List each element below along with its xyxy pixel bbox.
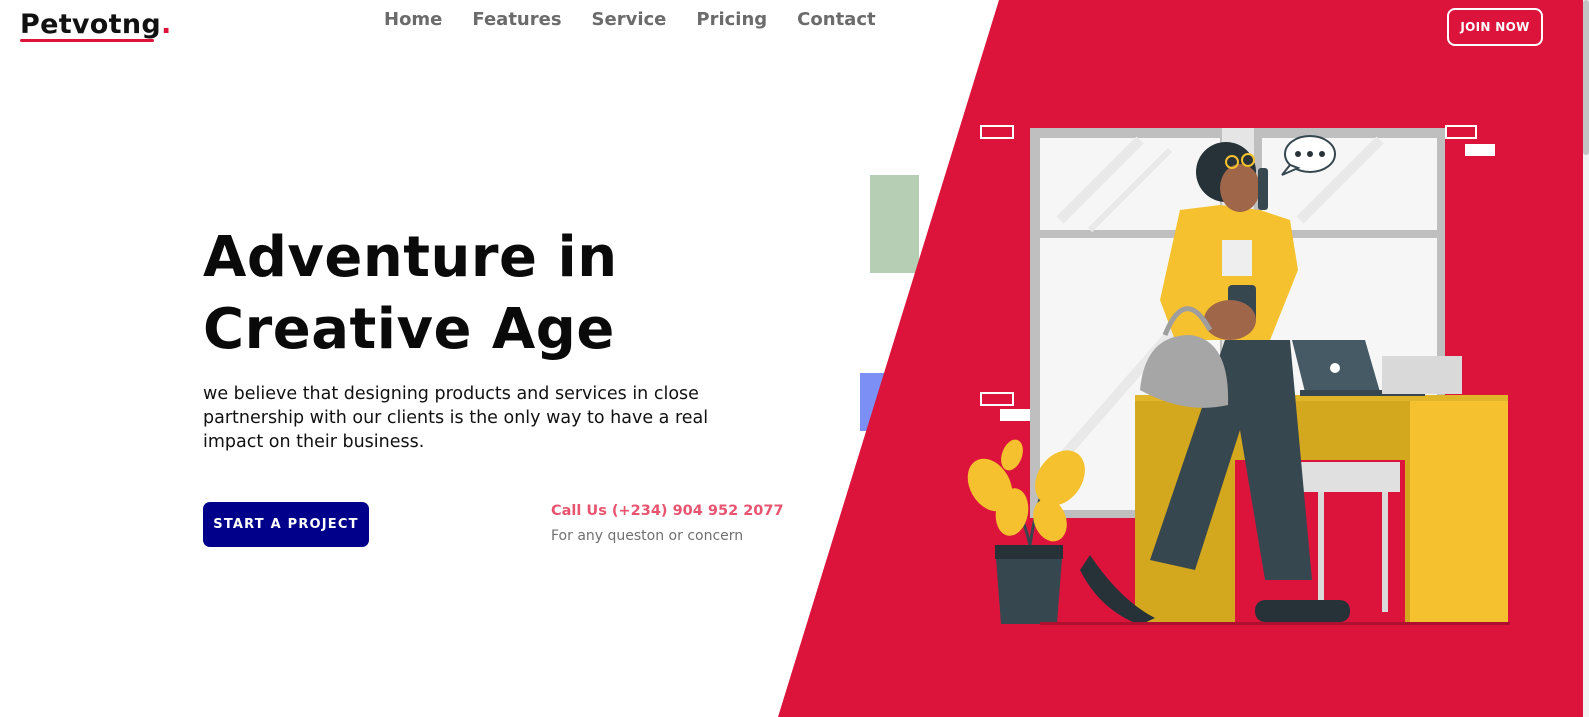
- brand-underline: [20, 39, 154, 42]
- hero-description: we believe that designing products and s…: [203, 384, 709, 452]
- nav-pricing[interactable]: Pricing: [696, 9, 767, 30]
- decor-green-block: [870, 175, 919, 273]
- nav-features[interactable]: Features: [472, 9, 561, 30]
- nav-contact[interactable]: Contact: [797, 9, 875, 30]
- main-nav: Home Features Service Pricing Contact: [384, 9, 876, 30]
- page-scrollbar[interactable]: [1583, 0, 1589, 717]
- scrollbar-thumb[interactable]: [1583, 0, 1589, 155]
- brand-name: Petvotng: [20, 9, 162, 40]
- hero-title: Adventure in Creative Age: [203, 222, 763, 366]
- call-us-link[interactable]: Call Us (+234) 904 952 2077: [551, 503, 784, 519]
- brand-logo[interactable]: Petvotng.: [20, 9, 172, 40]
- hero-title-line2: Creative Age: [203, 297, 615, 362]
- floor-line: [1040, 622, 1510, 625]
- start-project-button[interactable]: START A PROJECT: [203, 502, 369, 547]
- nav-home[interactable]: Home: [384, 9, 442, 30]
- call-subtext: For any queston or concern: [551, 528, 744, 544]
- nav-service[interactable]: Service: [592, 9, 667, 30]
- brand-dot: .: [161, 9, 172, 40]
- hero-title-line1: Adventure in: [203, 225, 618, 290]
- join-now-button[interactable]: JOIN NOW: [1447, 8, 1543, 46]
